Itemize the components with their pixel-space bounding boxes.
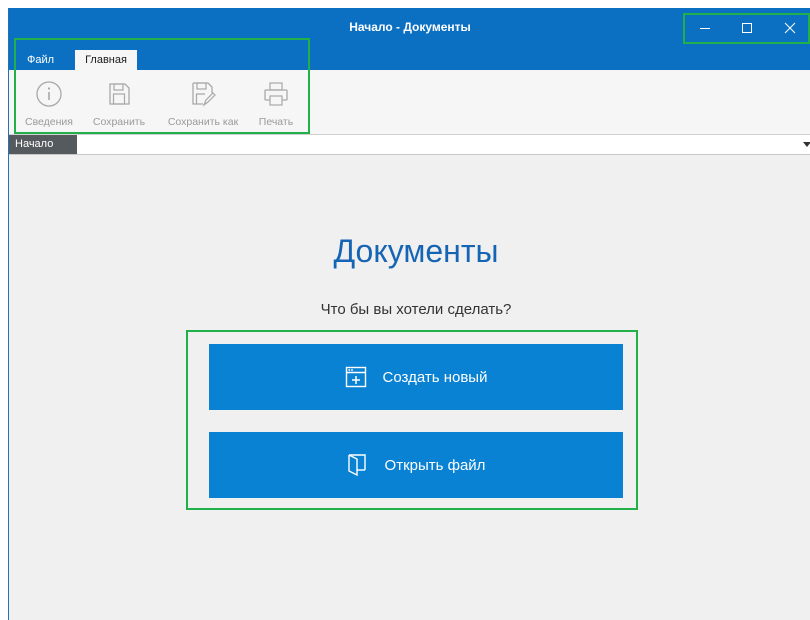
info-button[interactable]: Сведения bbox=[15, 70, 83, 134]
page-title: Документы bbox=[333, 233, 499, 269]
close-button[interactable] bbox=[769, 8, 810, 48]
prompt-text: Что бы вы хотели сделать? bbox=[320, 301, 512, 318]
save-label: Сохранить bbox=[92, 116, 146, 128]
save-icon bbox=[106, 80, 132, 108]
tab-file[interactable]: Файл bbox=[17, 50, 64, 70]
ribbon: Сведения Сохранить Сохранить как Печать bbox=[9, 70, 810, 135]
window-controls bbox=[684, 8, 810, 48]
save-button[interactable]: Сохранить bbox=[85, 70, 153, 134]
open-file-icon bbox=[347, 453, 369, 477]
title-bar[interactable]: Начало - Документы bbox=[9, 8, 810, 48]
ribbon-tabs: Файл Главная bbox=[9, 48, 810, 70]
tab-home[interactable]: Главная bbox=[75, 50, 137, 70]
info-icon bbox=[35, 80, 63, 108]
document-tab-bar: Начало bbox=[9, 135, 810, 155]
print-label: Печать bbox=[258, 116, 294, 128]
start-page: Документы Что бы вы хотели сделать? Созд… bbox=[9, 155, 810, 620]
open-file-button[interactable]: Открыть файл bbox=[209, 432, 623, 498]
tab-list-dropdown-icon[interactable] bbox=[803, 142, 810, 147]
minimize-button[interactable] bbox=[684, 8, 726, 48]
create-new-button[interactable]: Создать новый bbox=[209, 344, 623, 410]
print-button[interactable]: Печать bbox=[253, 70, 299, 134]
save-as-button[interactable]: Сохранить как bbox=[158, 70, 248, 134]
open-file-label: Открыть файл bbox=[384, 456, 486, 474]
app-window: Начало - Документы Файл Главная Сведения bbox=[8, 8, 810, 620]
minimize-icon bbox=[700, 28, 711, 29]
maximize-icon bbox=[742, 23, 753, 33]
save-as-label: Сохранить как bbox=[167, 116, 239, 128]
info-label: Сведения bbox=[25, 116, 73, 128]
maximize-button[interactable] bbox=[726, 8, 768, 48]
close-icon bbox=[784, 22, 796, 34]
tab-start[interactable]: Начало bbox=[9, 135, 77, 154]
print-icon bbox=[262, 80, 290, 108]
new-document-icon bbox=[345, 366, 367, 388]
create-new-label: Создать новый bbox=[382, 368, 488, 386]
save-as-icon bbox=[189, 80, 217, 108]
